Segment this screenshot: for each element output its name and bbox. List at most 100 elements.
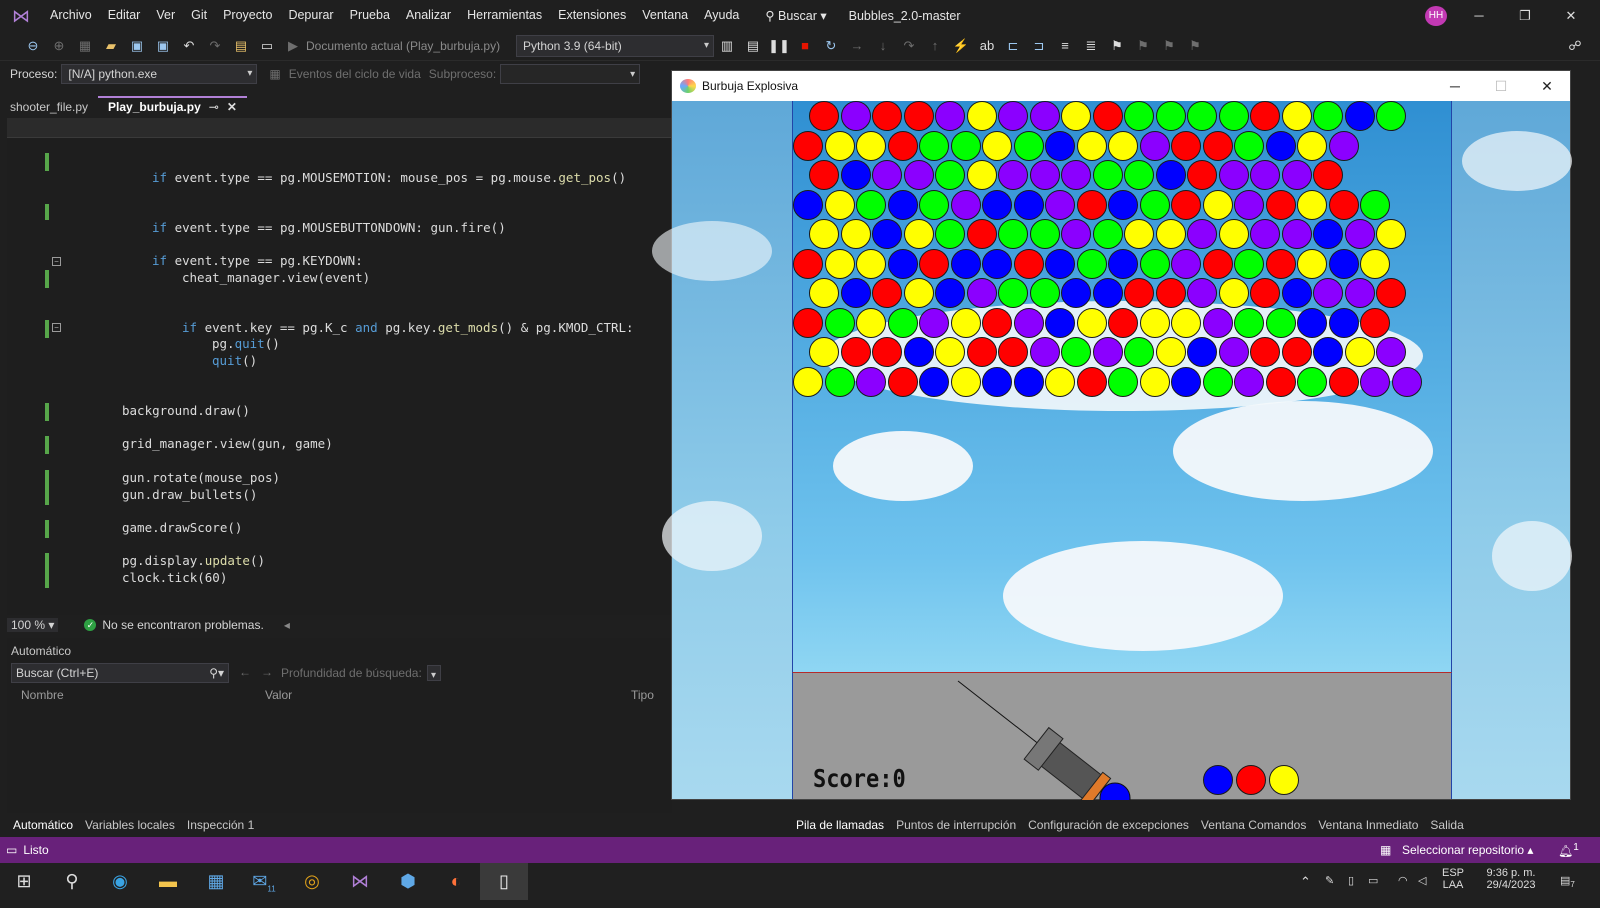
menu-ventana[interactable]: Ventana (634, 0, 696, 31)
layout-icon[interactable]: ▤ (742, 35, 764, 57)
menu-extensiones[interactable]: Extensiones (550, 0, 634, 31)
edge-icon[interactable]: ◉ (96, 863, 144, 900)
menu-ver[interactable]: Ver (148, 0, 183, 31)
game-close-button[interactable]: ✕ (1524, 71, 1570, 101)
game-title-bar[interactable]: Burbuja Explosiva ─ ☐ ✕ (672, 71, 1570, 101)
store-icon[interactable]: ▦ (192, 863, 240, 900)
lifecycle-events-dropdown[interactable]: Eventos del ciclo de vida (289, 67, 421, 81)
menu-herramientas[interactable]: Herramientas (459, 0, 550, 31)
menu-prueba[interactable]: Prueba (342, 0, 398, 31)
select-repository-button[interactable]: Seleccionar repositorio ▴ (1402, 843, 1533, 857)
restart-icon[interactable]: ↻ (820, 35, 842, 57)
step-over-icon[interactable]: ↷ (898, 35, 920, 57)
next-bookmark-icon[interactable]: ⚑ (1158, 35, 1180, 57)
visual-studio-icon[interactable]: ⋈ (336, 863, 384, 900)
language-indicator[interactable]: ESP LAA (1438, 863, 1468, 900)
menu-git[interactable]: Git (183, 0, 215, 31)
search-menu[interactable]: ⚲ Buscar ▾ (757, 8, 834, 23)
firefox-icon[interactable]: ◐ (432, 863, 480, 900)
tab-shooter-file[interactable]: shooter_file.py (0, 96, 98, 118)
start-target-label[interactable]: Documento actual (Play_burbuja.py) (306, 39, 516, 53)
stop-icon[interactable]: ■ (794, 35, 816, 57)
show-next-statement-icon[interactable]: → (846, 35, 868, 57)
step-out-icon[interactable]: ↑ (924, 35, 946, 57)
file-explorer-icon[interactable]: ▬ (144, 863, 192, 900)
package-icon[interactable]: ▥ (716, 35, 738, 57)
tab-salida[interactable]: Salida (1424, 818, 1469, 832)
window-icon[interactable]: ▭ (256, 35, 278, 57)
column-name[interactable]: Nombre (21, 688, 64, 702)
chrome-icon[interactable]: ◎ (288, 863, 336, 900)
search-icon[interactable]: ⚲▾ (209, 666, 224, 680)
forward-icon[interactable]: ⊕ (48, 35, 70, 57)
tab-puntos-interrupcion[interactable]: Puntos de interrupción (890, 818, 1022, 832)
avatar[interactable]: HH (1425, 6, 1447, 26)
menu-analizar[interactable]: Analizar (398, 0, 459, 31)
game-minimize-button[interactable]: ─ (1432, 71, 1478, 101)
outdent-icon[interactable]: ≣ (1080, 35, 1102, 57)
battery-icon[interactable]: ▭ (1368, 863, 1378, 900)
tab-ventana-comandos[interactable]: Ventana Comandos (1195, 818, 1312, 832)
tab-ventana-inmediato[interactable]: Ventana Inmediato (1312, 818, 1424, 832)
zoom-dropdown[interactable]: 100 % ▾ (7, 618, 59, 632)
spellcheck-icon[interactable]: ab (976, 35, 998, 57)
tray-overflow-icon[interactable]: ⌃ (1300, 863, 1311, 900)
tab-variables-locales[interactable]: Variables locales (79, 818, 181, 832)
start-icon[interactable]: ▶ (282, 35, 304, 57)
open-folder-icon[interactable]: ▰ (100, 35, 122, 57)
tab-configuracion-excepciones[interactable]: Configuración de excepciones (1022, 818, 1195, 832)
python-window-icon[interactable]: ▯ (480, 863, 528, 900)
process-dropdown[interactable]: [N/A] python.exe (61, 64, 258, 84)
game-window[interactable]: Burbuja Explosiva ─ ☐ ✕ Score:0 (652, 70, 1572, 800)
tab-play-burbuja[interactable]: Play_burbuja.py ⊸ ✕ (98, 96, 247, 118)
close-tab-icon[interactable]: ✕ (227, 100, 237, 114)
notification-center-icon[interactable]: ▤7 (1560, 863, 1575, 900)
uncomment-icon[interactable]: ⊐ (1028, 35, 1050, 57)
indent-icon[interactable]: ≡ (1054, 35, 1076, 57)
tab-pila-llamadas[interactable]: Pila de llamadas (790, 818, 890, 832)
search-depth-dropdown[interactable] (427, 665, 441, 681)
windows-start-icon[interactable]: ⊞ (0, 863, 48, 900)
notifications-icon[interactable]: 🔔︎1 (1558, 842, 1579, 858)
playfield[interactable] (792, 101, 1452, 672)
pin-icon[interactable]: ⊸ (209, 100, 219, 114)
save-icon[interactable]: ▣ (126, 35, 148, 57)
pen-icon[interactable]: ✎ (1325, 863, 1334, 900)
restore-button[interactable]: ❐ (1502, 0, 1548, 31)
save-all-icon[interactable]: ▣ (152, 35, 174, 57)
close-button[interactable]: ✕ (1548, 0, 1594, 31)
pause-icon[interactable]: ❚❚ (768, 35, 790, 57)
minimize-button[interactable]: ─ (1456, 0, 1502, 31)
mail-icon[interactable]: ✉11 (240, 863, 288, 900)
forward-arrow-icon[interactable]: → (261, 665, 273, 679)
thread-dropdown[interactable] (500, 64, 641, 85)
prev-bookmark-icon[interactable]: ⚑ (1132, 35, 1154, 57)
search-icon[interactable]: ⚲ (48, 863, 96, 900)
hot-reload-icon[interactable]: ⚡ (950, 35, 972, 57)
wifi-icon[interactable]: ◠ (1398, 863, 1408, 900)
autos-search-input[interactable]: Buscar (Ctrl+E) ⚲▾ (11, 663, 229, 683)
menu-depurar[interactable]: Depurar (280, 0, 341, 31)
new-project-icon[interactable]: ▦ (74, 35, 96, 57)
menu-editar[interactable]: Editar (100, 0, 149, 31)
code-editor[interactable]: − − if event.type == pg.MOUSEMOTION: mou… (7, 138, 672, 615)
bookmark-icon[interactable]: ⚑ (1106, 35, 1128, 57)
python-environment-dropdown[interactable]: Python 3.9 (64-bit) (516, 34, 714, 57)
tab-inspeccion[interactable]: Inspección 1 (181, 818, 260, 832)
fold-toggle-icon[interactable]: − (52, 257, 61, 266)
clear-bookmarks-icon[interactable]: ⚑ (1184, 35, 1206, 57)
comment-icon[interactable]: ⊏ (1002, 35, 1024, 57)
column-type[interactable]: Tipo (631, 688, 654, 702)
issues-status[interactable]: No se encontraron problemas. (102, 618, 263, 632)
menu-ayuda[interactable]: Ayuda (696, 0, 747, 31)
back-arrow-icon[interactable]: ← (239, 665, 251, 679)
tab-automatico[interactable]: Automático (7, 818, 79, 832)
clock[interactable]: 9:36 p. m. 29/4/2023 (1476, 863, 1546, 900)
game-maximize-button[interactable]: ☐ (1478, 71, 1524, 101)
scroll-left-icon[interactable]: ◂ (284, 618, 290, 632)
fold-toggle-icon[interactable]: − (52, 323, 61, 332)
redo-icon[interactable]: ↷ (204, 35, 226, 57)
menu-proyecto[interactable]: Proyecto (215, 0, 280, 31)
app-icon[interactable]: ⬢ (384, 863, 432, 900)
volume-icon[interactable]: ◁ (1418, 863, 1426, 900)
